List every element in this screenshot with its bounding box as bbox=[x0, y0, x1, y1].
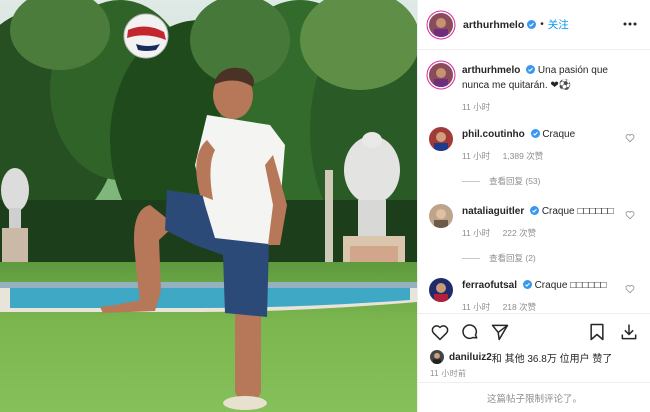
comment-text: nataliaguitler Craque □□□□□□ bbox=[462, 204, 623, 219]
replies-divider bbox=[462, 257, 480, 259]
likes-summary[interactable]: daniluiz2 和 其他 36.8万 位用户 赞了 bbox=[418, 350, 650, 365]
action-bar-right bbox=[575, 322, 639, 342]
comment-time: 11 小时 bbox=[462, 151, 491, 161]
post-header: arthurhmelo • 关注 bbox=[418, 0, 650, 50]
caption-avatar[interactable] bbox=[429, 63, 453, 87]
comment-meta: 11 小时 1,389 次赞 bbox=[462, 150, 623, 162]
comment-like-heart-icon[interactable] bbox=[625, 133, 635, 143]
verified-badge-icon bbox=[530, 206, 540, 215]
author-avatar[interactable] bbox=[429, 12, 453, 37]
comment-meta: 11 小时 218 次赞 bbox=[462, 301, 623, 313]
post-caption: arthurhmelo Una pasión que nunca me quit… bbox=[418, 63, 650, 113]
view-replies-label: 查看回复 (53) bbox=[489, 176, 541, 186]
comment-body: Craque bbox=[542, 129, 576, 140]
post-side-panel: arthurhmelo • 关注 arthurhmelo Una pasión … bbox=[417, 0, 650, 412]
comment-text: ferraofutsal Craque □□□□□□ bbox=[462, 278, 623, 293]
heart-icon[interactable] bbox=[430, 322, 450, 342]
view-replies-label: 查看回复 (2) bbox=[489, 253, 536, 263]
comments-limited-notice: 这篇帖子限制评论了。 bbox=[418, 382, 650, 412]
comment-time: 11 小时 bbox=[462, 302, 491, 312]
verified-badge-icon bbox=[526, 65, 536, 74]
view-replies-button[interactable]: 查看回复 (2) bbox=[462, 252, 623, 264]
caption-time: 11 小时 bbox=[462, 102, 491, 112]
comment-icon[interactable] bbox=[460, 322, 480, 342]
comment-item: nataliaguitler Craque □□□□□□ 11 小时 222 次… bbox=[418, 204, 650, 264]
replies-divider bbox=[462, 180, 480, 182]
comment-item: ferraofutsal Craque □□□□□□ 11 小时 218 次赞 bbox=[418, 278, 650, 313]
comment-likes[interactable]: 222 次赞 bbox=[503, 228, 537, 238]
post-photo[interactable] bbox=[0, 0, 417, 412]
follow-button[interactable]: 关注 bbox=[548, 17, 569, 32]
caption-meta: 11 小时 bbox=[462, 101, 623, 113]
verified-badge-icon bbox=[527, 20, 537, 29]
caption-author[interactable]: arthurhmelo bbox=[462, 65, 520, 76]
comment-like-heart-icon[interactable] bbox=[625, 284, 635, 294]
comment-author[interactable]: ferraofutsal bbox=[462, 280, 517, 291]
comment-author[interactable]: nataliaguitler bbox=[462, 206, 524, 217]
comment-time: 11 小时 bbox=[462, 228, 491, 238]
comments-list[interactable]: arthurhmelo Una pasión que nunca me quit… bbox=[418, 51, 650, 313]
instagram-post-view: arthurhmelo • 关注 arthurhmelo Una pasión … bbox=[0, 0, 650, 412]
post-timestamp: 11 小时前 bbox=[430, 369, 467, 378]
commenter-avatar[interactable] bbox=[429, 204, 453, 228]
comment-like-heart-icon[interactable] bbox=[625, 210, 635, 220]
more-options-icon[interactable] bbox=[622, 17, 638, 31]
caption-text: arthurhmelo Una pasión que nunca me quit… bbox=[462, 63, 623, 93]
comment-body: Craque □□□□□□ bbox=[541, 206, 614, 217]
comment-body: Craque □□□□□□ bbox=[534, 280, 607, 291]
author-handle[interactable]: arthurhmelo bbox=[463, 19, 524, 31]
soccer-ball bbox=[123, 13, 169, 59]
comment-item: phil.coutinho Craque 11 小时 1,389 次赞 查看回复… bbox=[418, 127, 650, 187]
post-actions: daniluiz2 和 其他 36.8万 位用户 赞了 11 小时前 这篇帖子限… bbox=[418, 313, 650, 412]
comment-likes[interactable]: 1,389 次赞 bbox=[503, 151, 544, 161]
view-replies-button[interactable]: 查看回复 (53) bbox=[462, 175, 623, 187]
commenter-avatar[interactable] bbox=[429, 278, 453, 302]
share-icon[interactable] bbox=[490, 322, 510, 342]
verified-badge-icon bbox=[522, 280, 532, 289]
likes-count-text: 和 其他 36.8万 位用户 赞了 bbox=[491, 353, 613, 365]
liker-avatar[interactable] bbox=[430, 350, 444, 364]
bookmark-icon[interactable] bbox=[587, 322, 607, 342]
commenter-avatar[interactable] bbox=[429, 127, 453, 151]
liker-handle[interactable]: daniluiz2 bbox=[449, 352, 492, 363]
comment-meta: 11 小时 222 次赞 bbox=[462, 227, 623, 239]
player-figure bbox=[100, 67, 287, 410]
header-separator: • bbox=[540, 19, 544, 30]
verified-badge-icon bbox=[530, 129, 540, 138]
comment-text: phil.coutinho Craque bbox=[462, 127, 623, 142]
download-icon[interactable] bbox=[619, 322, 639, 342]
comment-author[interactable]: phil.coutinho bbox=[462, 129, 525, 140]
action-bar bbox=[418, 314, 650, 350]
comment-likes[interactable]: 218 次赞 bbox=[503, 302, 537, 312]
